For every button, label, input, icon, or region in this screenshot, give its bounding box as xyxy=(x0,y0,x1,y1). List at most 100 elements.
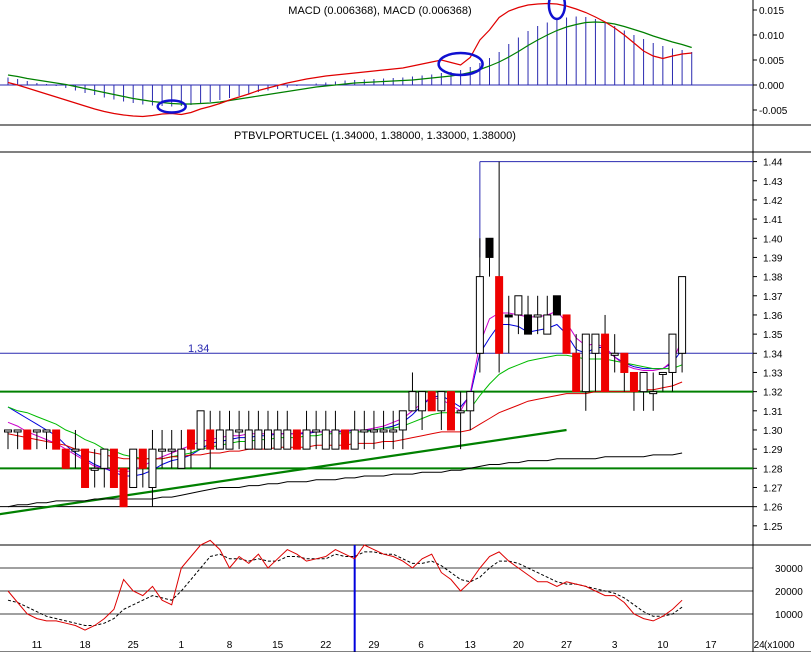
candle-body xyxy=(90,467,99,471)
macd-title: MACD (0.006368), MACD (0.006368) xyxy=(288,5,471,17)
candle-body xyxy=(312,429,321,433)
candle-body xyxy=(475,276,484,354)
candle-body xyxy=(446,391,455,431)
x-tick-label: 22 xyxy=(320,640,332,651)
y-tick-label: 0.000 xyxy=(759,81,784,92)
y-tick-label: 1.26 xyxy=(763,503,783,514)
y-tick-label: 1.40 xyxy=(763,234,783,245)
candle-body xyxy=(341,429,350,450)
level-annotation: 1,34 xyxy=(188,343,209,355)
candle-body xyxy=(620,352,629,373)
candle-body xyxy=(418,391,427,412)
candle-body xyxy=(273,429,282,450)
y-tick-label: 1.27 xyxy=(763,483,783,494)
candle-body xyxy=(158,448,167,452)
candle-body xyxy=(177,448,186,469)
candle-body xyxy=(427,391,436,412)
y-tick-label: 1.43 xyxy=(763,177,783,188)
candle-body xyxy=(148,448,157,488)
y-tick-label: 0.010 xyxy=(759,31,784,42)
candle-body xyxy=(572,352,581,393)
candle-body xyxy=(235,429,244,433)
y-tick-label: 1.37 xyxy=(763,292,783,303)
volume-solid-line xyxy=(7,539,683,631)
x-tick-label: 11 xyxy=(32,640,43,651)
candle-body xyxy=(186,429,195,450)
candle-body xyxy=(100,448,109,469)
candle-body xyxy=(610,352,619,356)
x-tick-label: 27 xyxy=(561,640,573,651)
candle-body xyxy=(552,295,561,316)
candle-body xyxy=(456,410,465,414)
candle-body xyxy=(138,448,147,469)
candle-body xyxy=(225,429,234,450)
y-tick-label: 1.25 xyxy=(763,522,783,533)
highlight-circle xyxy=(547,0,567,21)
y-tick-label: -0.005 xyxy=(759,106,788,117)
x-tick-label: 29 xyxy=(368,640,380,651)
y-tick-label: 1.35 xyxy=(763,330,783,341)
candle-body xyxy=(321,429,330,450)
candle-body xyxy=(302,429,311,450)
candle-body xyxy=(109,448,118,488)
candle-body xyxy=(639,371,648,393)
candle-body xyxy=(42,429,51,433)
candle-body xyxy=(71,448,80,452)
candle-body xyxy=(533,314,542,318)
x-tick-label: 18 xyxy=(79,640,91,651)
y-tick-label: 0.005 xyxy=(759,56,784,67)
price-title: PTBVLPORTUCEL (1.34000, 1.38000, 1.33000… xyxy=(234,130,516,142)
y-tick-label: 1.36 xyxy=(763,311,783,322)
x-tick-label: 15 xyxy=(272,640,284,651)
y-tick-label: 1.30 xyxy=(763,426,783,437)
candle-body xyxy=(129,448,138,488)
candle-body xyxy=(292,429,301,450)
volume-units-label: (x1000 xyxy=(764,640,795,651)
candle-body xyxy=(389,429,398,433)
y-tick-label: 1.33 xyxy=(763,368,783,379)
y-tick-label: 1.29 xyxy=(763,445,783,456)
y-tick-label: 1.28 xyxy=(763,464,783,475)
y-tick-label: 1.34 xyxy=(763,349,783,360)
moving-average-blue xyxy=(7,323,683,477)
candle-body xyxy=(32,429,41,433)
x-tick-label: 10 xyxy=(657,640,669,651)
candle-body xyxy=(283,429,292,450)
x-tick-label: 13 xyxy=(465,640,477,651)
candle-body xyxy=(215,429,224,450)
candle-body xyxy=(678,276,687,354)
candle-body xyxy=(668,333,677,373)
candle-body xyxy=(629,371,638,393)
candle-body xyxy=(504,314,513,318)
candle-body xyxy=(331,429,340,450)
candle-body xyxy=(206,429,215,450)
candle-body xyxy=(23,429,32,450)
y-tick-label: 30000 xyxy=(775,564,803,575)
candle-body xyxy=(196,410,205,450)
candle-body xyxy=(495,276,504,354)
chart-svg: 0.015 0.010 0.005 0.000 -0.005 1.44 1.43 1.42 1… xyxy=(0,0,811,652)
candle-body xyxy=(254,429,263,450)
y-tick-label: 1.41 xyxy=(763,215,783,226)
candle-body xyxy=(369,429,378,433)
x-tick-label: 8 xyxy=(227,640,233,651)
candle-body xyxy=(562,314,571,354)
candle-body xyxy=(167,448,176,452)
x-tick-label: 1 xyxy=(179,640,185,651)
candle-body xyxy=(591,333,600,354)
x-tick-label: 25 xyxy=(128,640,140,651)
x-tick-label: 20 xyxy=(513,640,525,651)
x-tick-label: 6 xyxy=(418,640,424,651)
candle-body xyxy=(81,448,90,488)
y-tick-label: 10000 xyxy=(775,610,803,621)
candle-body xyxy=(543,314,552,335)
macd-fast-line xyxy=(7,2,692,118)
y-tick-label: 1.39 xyxy=(763,253,783,264)
candle-body xyxy=(61,448,70,469)
candle-body xyxy=(264,429,273,450)
candle-body xyxy=(524,314,533,335)
y-tick-label: 1.44 xyxy=(763,158,783,169)
candle-body xyxy=(649,391,658,395)
y-tick-label: 1.32 xyxy=(763,388,783,399)
candle-body xyxy=(350,429,359,450)
